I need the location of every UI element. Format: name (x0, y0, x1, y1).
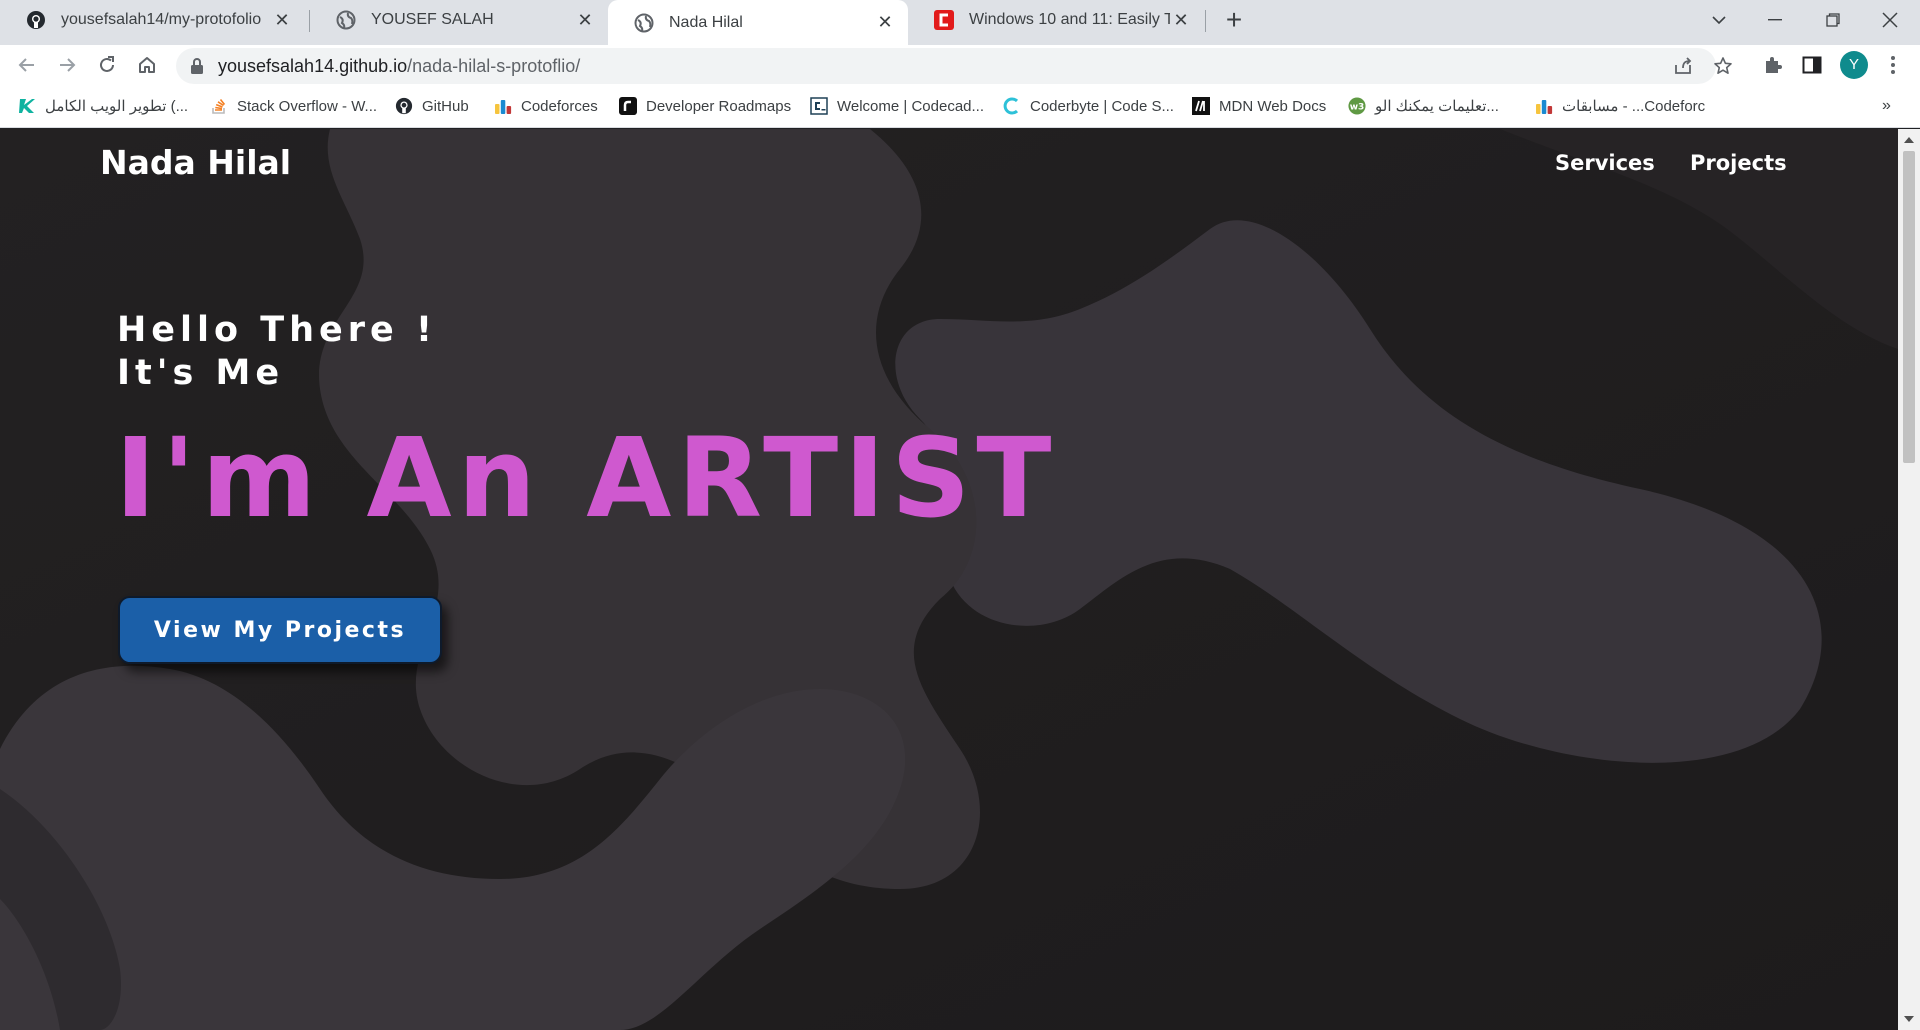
tab-close-icon[interactable]: ✕ (1170, 9, 1192, 31)
globe-icon (335, 9, 357, 31)
mdn-icon (1192, 97, 1210, 115)
url-host: yousefsalah14.github.io (218, 56, 408, 76)
codeforces-icon (1535, 97, 1553, 115)
tab-title: yousefsalah14/my-protofolio (61, 11, 262, 28)
bookmark-item[interactable]: Developer Roadmaps (619, 85, 791, 127)
bookmark-item[interactable]: Codeforces (494, 85, 598, 127)
new-tab-button[interactable]: + (1219, 6, 1249, 36)
reload-button[interactable] (92, 50, 122, 80)
bookmark-label: GitHub (422, 97, 469, 115)
bookmark-star-icon[interactable] (1710, 53, 1736, 79)
bookmark-item[interactable]: مسابقات - ...Codeforc (1535, 85, 1705, 127)
codeforces-icon (494, 97, 512, 115)
kareem-icon (18, 97, 36, 115)
bookmark-label: مسابقات - ...Codeforc (1562, 98, 1706, 115)
bookmark-item[interactable]: Welcome | Codecad... (810, 85, 984, 127)
address-bar[interactable]: yousefsalah14.github.io/nada-hilal-s-pro… (176, 48, 1732, 84)
tab-search-chevron-icon[interactable] (1694, 0, 1744, 40)
profile-avatar[interactable]: Y (1840, 51, 1868, 79)
bookmark-item[interactable]: Stack Overflow - W... (210, 85, 377, 127)
bookmark-item[interactable]: MDN Web Docs (1192, 85, 1326, 127)
nav-link-services[interactable]: Services (1555, 151, 1655, 175)
scroll-down-arrow-icon[interactable] (1904, 1016, 1914, 1022)
bookmark-item[interactable]: w3 تعليمات يمكنك الو... (1348, 85, 1499, 127)
decorative-blob-background (0, 129, 1898, 1030)
tab-strip: yousefsalah14/my-protofolio ✕ YOUSEF SAL… (0, 0, 1920, 45)
scroll-thumb[interactable] (1903, 151, 1915, 463)
cnet-icon (933, 9, 955, 31)
share-icon[interactable] (1670, 53, 1696, 79)
bookmark-label: Welcome | Codecad... (837, 97, 985, 115)
home-button[interactable] (132, 50, 162, 80)
tab-github-repo[interactable]: yousefsalah14/my-protofolio ✕ (0, 0, 305, 40)
bookmarks-bar: تطوير الويب الكامل (... Stack Overflow -… (0, 85, 1920, 128)
hero-headline: I'm An ARTIST (115, 414, 1058, 542)
github-icon (25, 9, 47, 31)
tab-divider (1205, 10, 1206, 32)
tab-title: YOUSEF SALAH (371, 11, 494, 28)
bookmark-item[interactable]: GitHub (395, 85, 469, 127)
tab-yousef-salah[interactable]: YOUSEF SALAH ✕ (310, 0, 608, 40)
scroll-up-arrow-icon[interactable] (1904, 137, 1914, 143)
tab-close-icon[interactable]: ✕ (874, 12, 896, 34)
browser-toolbar: yousefsalah14.github.io/nada-hilal-s-pro… (0, 45, 1920, 85)
menu-kebab-icon[interactable] (1878, 50, 1908, 80)
side-panel-icon[interactable] (1797, 50, 1827, 80)
tab-nada-hilal[interactable]: Nada Hilal ✕ (608, 0, 908, 45)
bookmark-label: تعليمات يمكنك الو... (1375, 98, 1499, 115)
tab-close-icon[interactable]: ✕ (574, 9, 596, 31)
nav-link-projects[interactable]: Projects (1690, 151, 1787, 175)
tab-close-icon[interactable]: ✕ (271, 9, 293, 31)
bookmark-label: MDN Web Docs (1219, 97, 1327, 115)
hero-greeting: Hello There ! It's Me (117, 309, 437, 395)
view-projects-button[interactable]: View My Projects (118, 596, 442, 664)
site-brand[interactable]: Nada Hilal (100, 143, 291, 182)
tab-title: Nada Hilal (669, 13, 743, 31)
bookmark-label: Coderbyte | Code S... (1030, 97, 1174, 115)
hero-greeting-line1: Hello There ! (117, 310, 437, 350)
hero-greeting-line2: It's Me (117, 353, 285, 393)
portfolio-page: Nada Hilal Services Projects Hello There… (0, 129, 1898, 1030)
bookmark-label: تطوير الويب الكامل (... (45, 98, 189, 115)
codecademy-icon (810, 97, 828, 115)
github-icon (395, 97, 413, 115)
stackoverflow-icon (210, 97, 228, 115)
close-window-button[interactable] (1865, 0, 1915, 40)
bookmark-label: Developer Roadmaps (646, 97, 792, 115)
url-text[interactable]: yousefsalah14.github.io/nada-hilal-s-pro… (218, 48, 580, 84)
tab-title: Windows 10 and 11: Easily Take S (969, 11, 1170, 28)
url-path: /nada-hilal-s-protoflio/ (407, 56, 581, 76)
lock-icon[interactable] (190, 57, 204, 80)
bookmark-label: Codeforces (521, 97, 598, 115)
roadmap-icon (619, 97, 637, 115)
restore-button[interactable] (1808, 0, 1858, 40)
tab-windows-screenshot[interactable]: Windows 10 and 11: Easily Take S ✕ (908, 0, 1204, 40)
bookmark-label: Stack Overflow - W... (237, 97, 378, 115)
bookmark-item[interactable]: تطوير الويب الكامل (... (18, 85, 188, 127)
forward-button[interactable] (52, 50, 82, 80)
extensions-icon[interactable] (1758, 50, 1788, 80)
bookmark-item[interactable]: Coderbyte | Code S... (1003, 85, 1174, 127)
coderbyte-icon (1003, 97, 1021, 115)
back-button[interactable] (12, 50, 42, 80)
minimize-button[interactable] (1750, 0, 1800, 40)
page-scrollbar[interactable] (1898, 129, 1920, 1030)
w3-icon: w3 (1348, 97, 1366, 115)
globe-icon (633, 12, 655, 34)
svg-text:w3: w3 (1350, 103, 1365, 113)
bookmarks-overflow-icon[interactable]: » (1882, 85, 1891, 127)
